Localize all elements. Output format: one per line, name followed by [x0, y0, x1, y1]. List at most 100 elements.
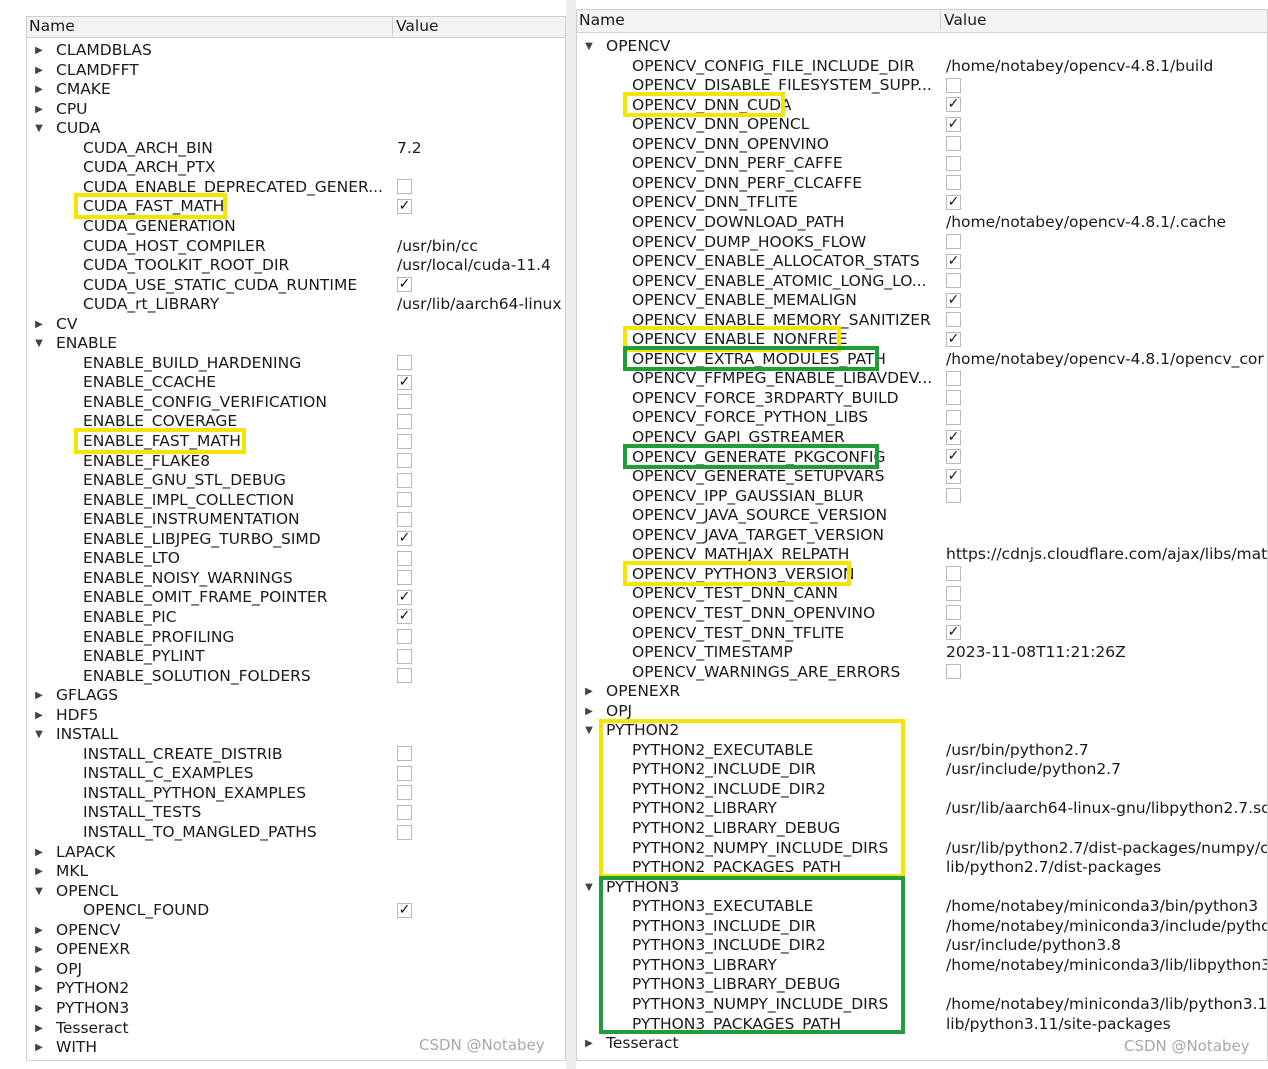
tree-group-python2[interactable]: ▶ PYTHON2: [26, 979, 566, 999]
cache-entry-python3-library-debug[interactable]: PYTHON3_LIBRARY_DEBUG: [576, 975, 1268, 995]
entry-value[interactable]: /usr/lib/python2.7/dist-packages/numpy/c: [946, 839, 1268, 859]
expand-arrow-icon[interactable]: ▶: [34, 41, 44, 61]
cache-entry-cuda-enable-deprecated-gener[interactable]: CUDA_ENABLE_DEPRECATED_GENER...: [26, 178, 566, 198]
entry-value[interactable]: /home/notabey/miniconda3/include/pytho: [946, 917, 1268, 937]
expand-arrow-icon[interactable]: ▶: [34, 1019, 44, 1039]
cache-entry-python2-include-dir2[interactable]: PYTHON2_INCLUDE_DIR2: [576, 780, 1268, 800]
unchecked-checkbox[interactable]: [397, 648, 412, 664]
tree-group-clamdfft[interactable]: ▶ CLAMDFFT: [26, 61, 566, 81]
expand-arrow-icon[interactable]: ▶: [34, 61, 44, 81]
entry-value[interactable]: 2023-11-08T11:21:26Z: [946, 643, 1268, 663]
checked-checkbox[interactable]: ✓: [946, 292, 961, 308]
cache-entry-opencv-java-target-version[interactable]: OPENCV_JAVA_TARGET_VERSION: [576, 526, 1268, 546]
cache-entry-opencv-extra-modules-path[interactable]: OPENCV_EXTRA_MODULES_PATH/home/notabey/o…: [576, 345, 1268, 372]
cache-entry-opencl-found[interactable]: OPENCL_FOUND ✓: [26, 901, 566, 921]
unchecked-checkbox[interactable]: [946, 136, 961, 152]
cache-entry-python3-include-dir2[interactable]: PYTHON3_INCLUDE_DIR2/usr/include/python3…: [576, 936, 1268, 956]
unchecked-checkbox[interactable]: [946, 664, 961, 680]
tree-group-install[interactable]: ▼ INSTALL: [26, 725, 566, 745]
tree-group-cmake[interactable]: ▶ CMAKE: [26, 80, 566, 100]
tree-group-cpu[interactable]: ▶ CPU: [26, 100, 566, 120]
expand-arrow-icon[interactable]: ▶: [34, 999, 44, 1019]
cache-entry-opencv-gapi-gstreamer[interactable]: OPENCV_GAPI_GSTREAMER ✓: [576, 428, 1268, 448]
collapse-arrow-icon[interactable]: ▼: [584, 878, 594, 898]
entry-value[interactable]: https://cdnjs.cloudflare.com/ajax/libs/m…: [946, 545, 1268, 565]
checked-checkbox[interactable]: ✓: [397, 609, 412, 625]
unchecked-checkbox[interactable]: [397, 765, 412, 781]
checked-checkbox[interactable]: ✓: [397, 531, 412, 547]
cache-entry-opencv-dnn-cuda[interactable]: OPENCV_DNN_CUDA ✓: [576, 91, 1268, 118]
tree-group-opj[interactable]: ▶ OPJ: [26, 960, 566, 980]
tree-group-opencl[interactable]: ▼ OPENCL: [26, 882, 566, 902]
unchecked-checkbox[interactable]: [946, 605, 961, 621]
cache-entry-opencv-java-source-version[interactable]: OPENCV_JAVA_SOURCE_VERSION: [576, 506, 1268, 526]
cache-entry-cuda-use-static-cuda-runtime[interactable]: CUDA_USE_STATIC_CUDA_RUNTIME ✓: [26, 276, 566, 296]
checked-checkbox[interactable]: ✓: [397, 198, 412, 214]
unchecked-checkbox[interactable]: [946, 175, 961, 191]
unchecked-checkbox[interactable]: [397, 355, 412, 371]
expand-arrow-icon[interactable]: ▶: [34, 843, 44, 863]
checked-checkbox[interactable]: ✓: [946, 331, 961, 347]
unchecked-checkbox[interactable]: [397, 492, 412, 508]
cache-entry-opencv-download-path[interactable]: OPENCV_DOWNLOAD_PATH/home/notabey/opencv…: [576, 213, 1268, 233]
cache-entry-python2-library[interactable]: PYTHON2_LIBRARY/usr/lib/aarch64-linux-gn…: [576, 799, 1268, 819]
entry-value[interactable]: /usr/include/python3.8: [946, 936, 1268, 956]
entry-value[interactable]: lib/python3.11/site-packages: [946, 1015, 1268, 1035]
tree-group-python3[interactable]: ▼ PYTHON3: [576, 878, 1268, 898]
entry-value[interactable]: /home/notabey/opencv-4.8.1/opencv_cor: [946, 350, 1268, 370]
cache-entry-opencv-test-dnn-cann[interactable]: OPENCV_TEST_DNN_CANN: [576, 584, 1268, 604]
cache-entry-enable-fast-math[interactable]: ENABLE_FAST_MATH: [26, 428, 566, 454]
cache-entry-cuda-generation[interactable]: CUDA_GENERATION: [26, 217, 566, 237]
expand-arrow-icon[interactable]: ▶: [34, 686, 44, 706]
unchecked-checkbox[interactable]: [946, 390, 961, 406]
cache-entry-enable-gnu-stl-debug[interactable]: ENABLE_GNU_STL_DEBUG: [26, 471, 566, 491]
cache-entry-opencv-config-file-include-dir[interactable]: OPENCV_CONFIG_FILE_INCLUDE_DIR/home/nota…: [576, 57, 1268, 77]
cache-entry-opencv-force-python-libs[interactable]: OPENCV_FORCE_PYTHON_LIBS: [576, 408, 1268, 428]
unchecked-checkbox[interactable]: [397, 824, 412, 840]
tree-group-opencv[interactable]: ▶ OPENCV: [26, 921, 566, 941]
unchecked-checkbox[interactable]: [946, 488, 961, 504]
unchecked-checkbox[interactable]: [397, 570, 412, 586]
cache-entry-cuda-arch-bin[interactable]: CUDA_ARCH_BIN 7.2: [26, 139, 566, 159]
cache-entry-enable-profiling[interactable]: ENABLE_PROFILING: [26, 628, 566, 648]
cache-entry-enable-pic[interactable]: ENABLE_PIC ✓: [26, 608, 566, 628]
cache-entry-opencv-test-dnn-tflite[interactable]: OPENCV_TEST_DNN_TFLITE ✓: [576, 624, 1268, 644]
cache-entry-install-create-distrib[interactable]: INSTALL_CREATE_DISTRIB: [26, 745, 566, 765]
cache-entry-enable-lto[interactable]: ENABLE_LTO: [26, 549, 566, 569]
unchecked-checkbox[interactable]: [397, 433, 412, 449]
tree-group-python2[interactable]: ▼ PYTHON2: [576, 721, 1268, 741]
cache-entry-cuda-host-compiler[interactable]: CUDA_HOST_COMPILER/usr/bin/cc: [26, 237, 566, 257]
cache-entry-enable-impl-collection[interactable]: ENABLE_IMPL_COLLECTION: [26, 491, 566, 511]
unchecked-checkbox[interactable]: [946, 370, 961, 386]
entry-value[interactable]: /home/notabey/miniconda3/bin/python3: [946, 897, 1268, 917]
expand-arrow-icon[interactable]: ▶: [34, 921, 44, 941]
cache-entry-opencv-warnings-are-errors[interactable]: OPENCV_WARNINGS_ARE_ERRORS: [576, 663, 1268, 683]
unchecked-checkbox[interactable]: [946, 234, 961, 249]
unchecked-checkbox[interactable]: [397, 668, 412, 684]
cache-entry-opencv-ipp-gaussian-blur[interactable]: OPENCV_IPP_GAUSSIAN_BLUR: [576, 487, 1268, 507]
tree-group-lapack[interactable]: ▶ LAPACK: [26, 843, 566, 863]
right-value-column-header[interactable]: Value: [940, 9, 1268, 30]
expand-arrow-icon[interactable]: ▶: [34, 706, 44, 726]
checked-checkbox[interactable]: ✓: [946, 253, 961, 269]
cache-entry-enable-config-verification[interactable]: ENABLE_CONFIG_VERIFICATION: [26, 393, 566, 413]
cache-entry-python3-numpy-include-dirs[interactable]: PYTHON3_NUMPY_INCLUDE_DIRS/home/notabey/…: [576, 995, 1268, 1015]
cache-entry-enable-solution-folders[interactable]: ENABLE_SOLUTION_FOLDERS: [26, 667, 566, 687]
cache-entry-opencv-dnn-perf-clcaffe[interactable]: OPENCV_DNN_PERF_CLCAFFE: [576, 174, 1268, 194]
cache-entry-install-c-examples[interactable]: INSTALL_C_EXAMPLES: [26, 764, 566, 784]
cache-entry-python3-library[interactable]: PYTHON3_LIBRARY/home/notabey/miniconda3/…: [576, 956, 1268, 976]
checked-checkbox[interactable]: ✓: [946, 116, 961, 132]
cache-entry-enable-build-hardening[interactable]: ENABLE_BUILD_HARDENING: [26, 354, 566, 374]
cache-entry-enable-flake8[interactable]: ENABLE_FLAKE8: [26, 452, 566, 472]
cache-entry-enable-noisy-warnings[interactable]: ENABLE_NOISY_WARNINGS: [26, 569, 566, 589]
expand-arrow-icon[interactable]: ▶: [34, 80, 44, 100]
collapse-arrow-icon[interactable]: ▼: [34, 725, 44, 745]
collapse-arrow-icon[interactable]: ▼: [584, 721, 594, 741]
cache-entry-python2-packages-path[interactable]: PYTHON2_PACKAGES_PATH lib/python2.7/dist-…: [576, 858, 1268, 878]
tree-group-openexr[interactable]: ▶ OPENEXR: [576, 682, 1268, 702]
tree-group-mkl[interactable]: ▶ MKL: [26, 862, 566, 882]
expand-arrow-icon[interactable]: ▶: [34, 862, 44, 882]
tree-group-cuda[interactable]: ▼ CUDA: [26, 119, 566, 139]
tree-group-opencv[interactable]: ▼ OPENCV: [576, 37, 1268, 57]
checked-checkbox[interactable]: ✓: [946, 429, 961, 445]
